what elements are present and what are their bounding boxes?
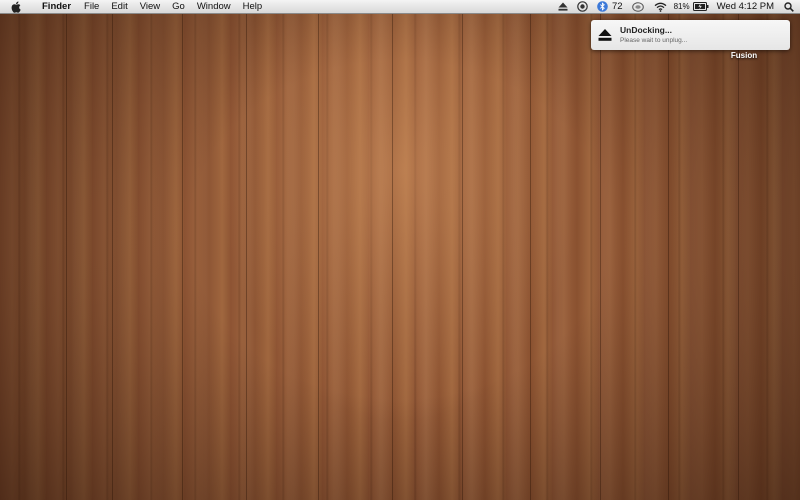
bluetooth-count[interactable]: 72: [612, 0, 623, 14]
desktop-background: [0, 0, 800, 500]
menu-help[interactable]: Help: [237, 0, 269, 14]
menu-go[interactable]: Go: [166, 0, 191, 14]
menu-bar: Finder File Edit View Go Window Help 72: [0, 0, 800, 14]
menu-app-finder[interactable]: Finder: [36, 0, 78, 14]
battery-icon[interactable]: [692, 0, 709, 14]
menu-file[interactable]: File: [78, 0, 105, 14]
eject-icon: [598, 28, 612, 42]
menu-view[interactable]: View: [134, 0, 166, 14]
display-icon[interactable]: [631, 0, 644, 14]
eject-icon[interactable]: [558, 0, 568, 14]
undocking-notification[interactable]: UnDocking... Please wait to unplug...: [591, 20, 790, 50]
notification-title: UnDocking...: [620, 25, 672, 35]
spotlight-icon[interactable]: [784, 0, 794, 14]
bluetooth-icon[interactable]: [597, 0, 608, 14]
battery-percent[interactable]: 81%: [674, 0, 690, 14]
menu-window[interactable]: Window: [191, 0, 237, 14]
desktop-item-label[interactable]: Fusion: [727, 51, 761, 60]
menu-edit[interactable]: Edit: [105, 0, 133, 14]
apple-icon[interactable]: [10, 1, 22, 13]
sync-icon[interactable]: [577, 0, 588, 14]
wifi-icon[interactable]: [654, 0, 667, 14]
notification-body: Please wait to unplug...: [620, 37, 688, 44]
clock[interactable]: Wed 4:12 PM: [717, 0, 774, 14]
